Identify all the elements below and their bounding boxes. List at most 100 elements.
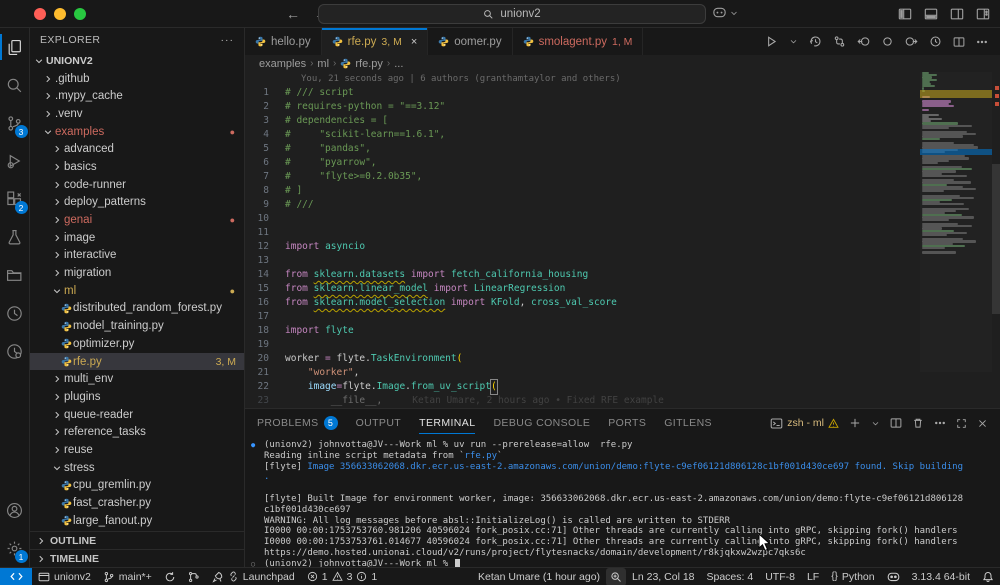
status-encoding[interactable]: UTF-8 [759, 568, 801, 585]
new-terminal-button[interactable] [849, 417, 861, 429]
editor-tab-smolagent.py[interactable]: smolagent.py1, M [513, 28, 644, 55]
command-center-search[interactable]: unionv2 [318, 4, 706, 24]
status-notifications[interactable] [976, 568, 1000, 585]
explorer-more-actions-icon[interactable]: ··· [221, 34, 235, 46]
sidebar-section-outline[interactable]: OUTLINE [30, 531, 244, 549]
minimize-window-button[interactable] [54, 8, 66, 20]
minimap[interactable] [920, 72, 992, 372]
run-python-file-button[interactable] [765, 35, 778, 48]
tree-item-.venv[interactable]: .venv [30, 105, 244, 123]
tree-item-reuse[interactable]: reuse [30, 441, 244, 459]
customize-layout-icon[interactable] [898, 7, 912, 21]
breadcrumb-item[interactable]: ml [317, 58, 329, 70]
activity-bar-item-runs[interactable] [0, 294, 30, 332]
scrollbar-handle[interactable] [992, 164, 1000, 314]
nav-forward-circle-icon[interactable] [905, 35, 918, 48]
panel-tab-ports[interactable]: PORTS [608, 409, 646, 437]
tree-item-reference_tasks[interactable]: reference_tasks [30, 423, 244, 441]
panel-more-actions-icon[interactable] [934, 417, 946, 429]
editor-scrollbar[interactable] [992, 72, 1000, 408]
editor-tab-hello.py[interactable]: hello.py [245, 28, 322, 55]
editor-tab-oomer.py[interactable]: oomer.py [428, 28, 512, 55]
panel-tab-terminal[interactable]: TERMINAL [419, 409, 475, 437]
tree-item-migration[interactable]: migration [30, 264, 244, 282]
close-panel-icon[interactable] [977, 418, 988, 429]
copilot-menu[interactable] [712, 5, 738, 20]
activity-bar-item-accounts[interactable] [0, 491, 30, 529]
status-cursor-position[interactable]: Ln 23, Col 18 [626, 568, 700, 585]
tree-item-multi_env[interactable]: multi_env [30, 370, 244, 388]
status-python-interpreter[interactable]: 3.13.4 64-bit [906, 568, 976, 585]
tab-close-icon[interactable]: × [411, 36, 417, 48]
activity-bar-item-pipelines[interactable] [0, 332, 30, 370]
tree-item-ml[interactable]: ml● [30, 282, 244, 300]
status-commit-graph[interactable] [182, 568, 206, 585]
tree-item-plugins[interactable]: plugins [30, 388, 244, 406]
activity-bar-item-library[interactable] [0, 256, 30, 294]
tree-item-advanced[interactable]: advanced [30, 140, 244, 158]
status-problems[interactable]: 131 [301, 568, 384, 585]
tree-item-image[interactable]: image [30, 229, 244, 247]
activity-bar-item-explorer[interactable] [0, 28, 30, 66]
tree-item-examples[interactable]: examples● [30, 123, 244, 141]
tree-item-queue-reader[interactable]: queue-reader [30, 406, 244, 424]
activity-bar-item-search[interactable] [0, 66, 30, 104]
tree-item-.mypy_cache[interactable]: .mypy_cache [30, 87, 244, 105]
activity-bar-item-source-control[interactable]: 3 [0, 104, 30, 142]
activity-bar-item-extensions[interactable]: 2 [0, 180, 30, 218]
zoom-window-button[interactable] [74, 8, 86, 20]
tree-item-optimizer.py[interactable]: optimizer.py [30, 335, 244, 353]
tree-item-fast_crasher.py[interactable]: fast_crasher.py [30, 494, 244, 512]
activity-bar-item-run-and-debug[interactable] [0, 142, 30, 180]
panel-tab-problems[interactable]: PROBLEMS5 [257, 409, 338, 437]
tree-item-basics[interactable]: basics [30, 158, 244, 176]
breadcrumb-item[interactable]: examples [259, 58, 306, 70]
git-compare-icon[interactable] [833, 35, 846, 48]
panel-tab-debug-console[interactable]: DEBUG CONSOLE [493, 409, 590, 437]
status-indentation[interactable]: Spaces: 4 [701, 568, 760, 585]
split-editor-icon[interactable] [953, 36, 965, 48]
terminal-profile-dropdown-icon[interactable] [871, 419, 880, 428]
split-terminal-icon[interactable] [890, 417, 902, 429]
panel-tab-output[interactable]: OUTPUT [356, 409, 402, 437]
tree-item-large_fanout.py[interactable]: large_fanout.py [30, 512, 244, 530]
tree-item-rfe.py[interactable]: rfe.py3, M [30, 353, 244, 371]
tree-root[interactable]: UNIONV2 [30, 52, 244, 70]
nav-circle-icon[interactable] [881, 35, 894, 48]
toggle-secondary-sidebar-icon[interactable] [976, 7, 990, 21]
activity-bar-item-settings[interactable]: 1 [0, 529, 30, 567]
status-language-mode[interactable]: {}Python [825, 568, 880, 585]
timeline-icon[interactable] [809, 35, 822, 48]
tree-item-deploy_patterns[interactable]: deploy_patterns [30, 194, 244, 212]
tree-item-model_training.py[interactable]: model_training.py [30, 317, 244, 335]
panel-tab-gitlens[interactable]: GITLENS [664, 409, 712, 437]
sidebar-section-timeline[interactable]: TIMELINE [30, 549, 244, 567]
tree-item-distributed_random_forest.py[interactable]: distributed_random_forest.py [30, 300, 244, 318]
tree-item-interactive[interactable]: interactive [30, 247, 244, 265]
tree-item-.github[interactable]: .github [30, 70, 244, 88]
more-actions-icon[interactable] [976, 36, 988, 48]
status-copilot[interactable] [881, 568, 906, 585]
run-dropdown-icon[interactable] [789, 37, 798, 46]
status-zoom[interactable] [606, 568, 626, 585]
tree-item-cpu_gremlin.py[interactable]: cpu_gremlin.py [30, 477, 244, 495]
remote-indicator-button[interactable] [0, 568, 32, 585]
status-workspace[interactable]: unionv2 [32, 568, 97, 585]
toggle-sidebar-icon[interactable] [924, 7, 938, 21]
status-blame[interactable]: Ketan Umare (1 hour ago) [472, 568, 606, 585]
code-editor[interactable]: You, 21 seconds ago | 6 authors (grantha… [245, 72, 1000, 408]
tree-item-code-runner[interactable]: code-runner [30, 176, 244, 194]
editor-tab-rfe.py[interactable]: rfe.py3, M× [322, 28, 429, 55]
run-history-icon[interactable] [929, 35, 942, 48]
breadcrumb[interactable]: examples›ml›rfe.py›... [245, 55, 1000, 72]
tree-item-genai[interactable]: genai● [30, 211, 244, 229]
terminal-instance-label[interactable]: zsh - ml [770, 417, 839, 430]
breadcrumb-item[interactable]: rfe.py [355, 58, 383, 70]
nav-back-circle-icon[interactable] [857, 35, 870, 48]
toggle-panel-icon[interactable] [950, 7, 964, 21]
breadcrumb-item[interactable]: ... [394, 58, 403, 70]
tree-item-stress[interactable]: stress [30, 459, 244, 477]
status-launchpad[interactable]: Launchpad [206, 568, 301, 585]
maximize-panel-icon[interactable] [956, 418, 967, 429]
status-eol[interactable]: LF [801, 568, 825, 585]
